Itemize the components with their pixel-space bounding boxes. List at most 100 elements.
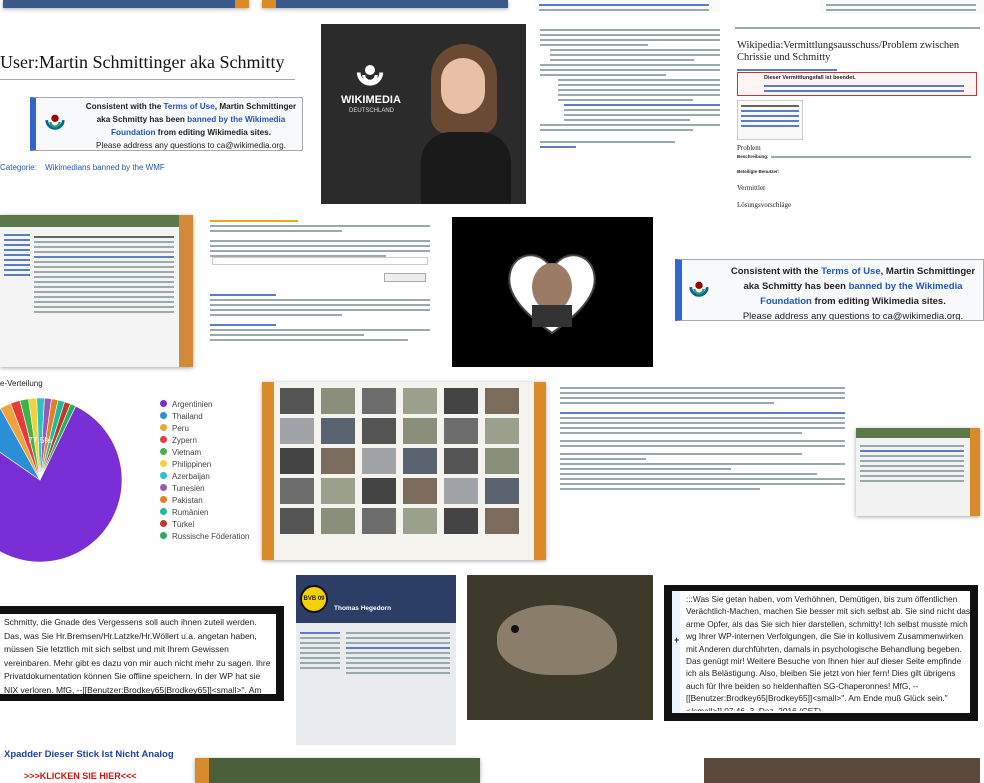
thumb-top-strip-2[interactable] bbox=[262, 0, 508, 8]
photo-thumbnail[interactable] bbox=[321, 448, 355, 474]
logo-line-1: WIKIMEDIA bbox=[341, 94, 401, 106]
thumb-quote-text[interactable]: + :::Was Sie getan haben, vom Verhöhnen,… bbox=[664, 585, 978, 721]
wikimedia-logo-icon-2 bbox=[688, 278, 710, 305]
photo-thumbnail[interactable] bbox=[362, 508, 396, 534]
photo-thumbnail[interactable] bbox=[444, 418, 478, 444]
klicken-link[interactable]: >>>KLICKEN SIE HIER<<< bbox=[24, 771, 137, 781]
wikimedia-logo-icon bbox=[44, 111, 66, 138]
photo-thumbnail[interactable] bbox=[362, 388, 396, 414]
photo-thumbnail[interactable] bbox=[444, 478, 478, 504]
ended-box-title: Dieser Vermittlungsfall ist beendet. bbox=[764, 75, 856, 81]
xpadder-link[interactable]: Xpadder Dieser Stick Ist Nicht Analog bbox=[4, 749, 174, 760]
portrait-photo bbox=[421, 40, 511, 204]
thumb-forum-page-2[interactable] bbox=[856, 428, 980, 516]
pie-legend: Argentinien Thailand Peru Zypern Vietnam Phil… bbox=[160, 399, 250, 543]
label-beteiligte: Beteiligte Benutzer: bbox=[737, 169, 780, 174]
thumb-heart-photo[interactable] bbox=[452, 217, 653, 367]
thumb-forum-page[interactable] bbox=[0, 215, 193, 367]
plus-icon: + bbox=[674, 635, 680, 645]
thumb-discussion-text[interactable] bbox=[536, 24, 724, 214]
thumb-top-strip-4[interactable] bbox=[820, 0, 984, 14]
photo-thumbnail[interactable] bbox=[280, 418, 314, 444]
photo-thumbnail[interactable] bbox=[280, 388, 314, 414]
legend-swatch bbox=[160, 460, 167, 467]
photo-thumbnail[interactable] bbox=[444, 448, 478, 474]
thumb-comment-text[interactable]: Schmitty, die Gnade des Vergessens soll … bbox=[0, 606, 284, 701]
photo-thumbnail[interactable] bbox=[321, 508, 355, 534]
legend-swatch bbox=[160, 436, 167, 443]
thumb-user-page[interactable]: User:Martin Schmittinger aka Schmitty Co… bbox=[0, 38, 305, 178]
bvb-badge-icon: BVB 09 bbox=[300, 585, 328, 613]
photo-thumbnail[interactable] bbox=[403, 478, 437, 504]
thumb-vermittlung-page[interactable]: Wikipedia:Vermittlungsausschuss/Problem … bbox=[733, 24, 984, 214]
notice-end: from editing Wikimedia sites. bbox=[155, 128, 272, 137]
photo-thumbnail[interactable] bbox=[403, 448, 437, 474]
photo-thumbnail[interactable] bbox=[444, 388, 478, 414]
legend-swatch bbox=[160, 508, 167, 515]
legend-label: Peru bbox=[172, 424, 189, 433]
legend-swatch bbox=[160, 400, 167, 407]
thumb-animal-photo[interactable] bbox=[467, 575, 653, 720]
legend-label: Thailand bbox=[172, 412, 203, 421]
quote-text: :::Was Sie getan haben, vom Verhöhnen, D… bbox=[686, 594, 971, 711]
photo-thumbnail[interactable] bbox=[362, 478, 396, 504]
toc-box bbox=[737, 100, 803, 140]
photo-thumbnail[interactable] bbox=[321, 478, 355, 504]
thumb-bottom-strip-2[interactable] bbox=[704, 758, 980, 783]
legend-swatch bbox=[160, 472, 167, 479]
legend-item: Pakistan bbox=[160, 495, 250, 507]
bvb-badge-text: BVB 09 bbox=[303, 596, 325, 602]
rodent-photo bbox=[497, 605, 617, 675]
thumb-notice-box[interactable]: Consistent with the Terms of Use, Martin… bbox=[675, 259, 984, 321]
photo-thumbnail[interactable] bbox=[362, 418, 396, 444]
photo-thumbnail[interactable] bbox=[403, 388, 437, 414]
thumb-facebook-page[interactable]: BVB 09 Thomas Hegedorn bbox=[296, 575, 456, 745]
notice-prefix: Consistent with the bbox=[85, 102, 164, 111]
thumb-long-text[interactable] bbox=[558, 382, 848, 560]
photo-thumbnail[interactable] bbox=[485, 478, 519, 504]
label-beschreibung: Beschreibung: bbox=[737, 154, 769, 159]
thumb-photo-grid[interactable] bbox=[262, 382, 546, 560]
photo-thumbnail[interactable] bbox=[485, 508, 519, 534]
legend-item: Rumänien bbox=[160, 507, 250, 519]
photo-thumbnail[interactable] bbox=[444, 508, 478, 534]
legend-item: Türkei bbox=[160, 519, 250, 531]
legend-swatch bbox=[160, 424, 167, 431]
category-link[interactable]: Wikimedians banned by the WMF bbox=[45, 163, 165, 172]
photo-thumbnail[interactable] bbox=[403, 508, 437, 534]
legend-item: Tunesien bbox=[160, 483, 250, 495]
terms-of-use-link[interactable]: Terms of Use bbox=[164, 102, 215, 111]
ended-box: Dieser Vermittlungsfall ist beendet. bbox=[737, 72, 977, 96]
photo-thumbnail[interactable] bbox=[321, 418, 355, 444]
thumb-pie-chart[interactable]: e-Verteilung 77,5% 7,3% Argentinien Thaila… bbox=[0, 375, 250, 565]
legend-label: Zypern bbox=[172, 436, 197, 445]
legend-item: Argentinien bbox=[160, 399, 250, 411]
legend-label: Türkei bbox=[172, 520, 195, 529]
pie-data-label-1: 7,3% bbox=[120, 517, 140, 527]
notice2-terms-link[interactable]: Terms of Use bbox=[821, 266, 880, 277]
legend-item: Azerbaijan bbox=[160, 471, 250, 483]
photo-thumbnail[interactable] bbox=[280, 478, 314, 504]
legend-label: Russische Föderation bbox=[172, 532, 250, 541]
category-label[interactable]: Categorie: bbox=[0, 163, 37, 172]
legend-swatch bbox=[160, 496, 167, 503]
photo-thumbnail[interactable] bbox=[321, 388, 355, 414]
photo-thumbnail[interactable] bbox=[403, 418, 437, 444]
ban-notice-box: Consistent with the Terms of Use, Martin… bbox=[30, 97, 303, 151]
thumb-top-strip-3[interactable] bbox=[535, 0, 720, 12]
photo-thumbnail[interactable] bbox=[280, 508, 314, 534]
photo-grid bbox=[280, 388, 528, 548]
thumb-top-strip-1[interactable] bbox=[3, 0, 249, 8]
thumb-review-page[interactable] bbox=[208, 215, 432, 355]
thumb-bottom-strip-1[interactable] bbox=[195, 758, 480, 783]
photo-thumbnail[interactable] bbox=[485, 418, 519, 444]
legend-swatch bbox=[160, 412, 167, 419]
thumb-wmde-portrait[interactable]: WIKIMEDIA DEUTSCHLAND bbox=[321, 24, 526, 204]
pie-chart: 77,5% 7,3% bbox=[0, 397, 140, 563]
photo-thumbnail[interactable] bbox=[280, 448, 314, 474]
photo-thumbnail[interactable] bbox=[362, 448, 396, 474]
legend-label: Argentinien bbox=[172, 400, 213, 409]
photo-thumbnail[interactable] bbox=[485, 388, 519, 414]
section-vermittler: Vermittler bbox=[737, 184, 766, 192]
photo-thumbnail[interactable] bbox=[485, 448, 519, 474]
